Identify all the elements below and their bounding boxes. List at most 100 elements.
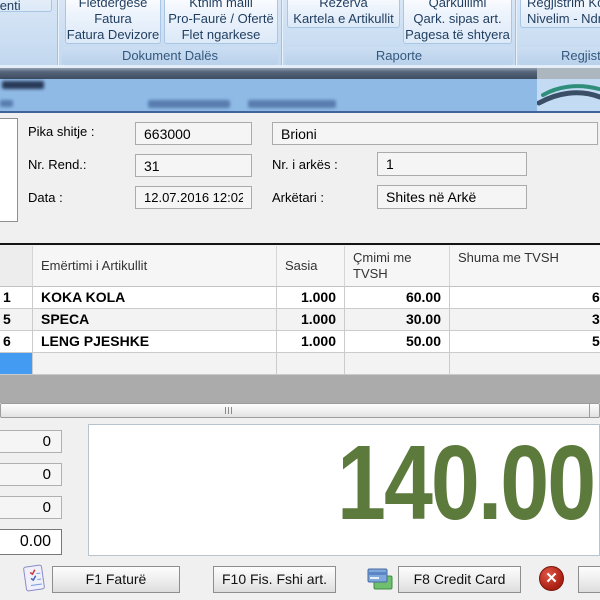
ribbon-item-fatura[interactable]: Fatura: [66, 11, 160, 27]
nr-arkes-input[interactable]: [377, 152, 527, 176]
window-caption-strip: [0, 68, 600, 79]
ribbon-item-regjistrim[interactable]: Regjistrim Ko: [521, 0, 600, 11]
ribbon-item-qark-sipas-art[interactable]: Qark. sipas art.: [404, 11, 511, 27]
blurred-label: [248, 100, 336, 108]
total-field-1[interactable]: [0, 430, 62, 453]
table-row[interactable]: 1 KOKA KOLA 1.000 60.00 60.00: [0, 287, 600, 309]
horizontal-splitter[interactable]: [0, 403, 600, 418]
ribbon-item-rezerva[interactable]: Rezerva: [288, 0, 399, 11]
cell-name[interactable]: LENG PJESHKE: [33, 331, 277, 353]
cell-name[interactable]: [33, 353, 277, 375]
cell-sum[interactable]: 50.00: [450, 331, 600, 353]
f8-credit-card-button[interactable]: F8 Credit Card: [398, 566, 521, 593]
cell-qty[interactable]: 1.000: [277, 331, 345, 353]
splitter-grip-icon: [231, 407, 232, 414]
credit-card-icon: [366, 565, 394, 598]
total-field-3[interactable]: [0, 496, 62, 519]
articles-grid: Emërtimi i Artikullit Sasia Çmimi me TVS…: [0, 246, 600, 403]
cell-sum[interactable]: 60.00: [450, 287, 600, 309]
cell-name[interactable]: SPECA: [33, 309, 277, 331]
pika-shitje-label: Pika shitje :: [28, 124, 94, 140]
ribbon-button-pagesa-nga-klienti[interactable]: ga klienti: [0, 0, 52, 12]
arketari-input[interactable]: [377, 185, 527, 209]
ribbon-stack-rezerva[interactable]: Rezerva Kartela e Artikullit: [287, 0, 400, 28]
ribbon-item-nivelim[interactable]: Nivelim - Ndr: [521, 11, 600, 27]
arketari-label: Arkëtari :: [272, 190, 324, 206]
column-header-name[interactable]: Emërtimi i Artikullit: [33, 246, 277, 287]
ribbon-button-label: ga klienti: [0, 0, 51, 14]
ribbon-stack-fatura[interactable]: Fletdërgesë Fatura Fatura Devizore: [65, 0, 161, 44]
left-panel-fragment: [0, 118, 18, 222]
pen-swoosh-icon: [537, 79, 600, 111]
total-field-2[interactable]: [0, 463, 62, 486]
f1-fature-button[interactable]: F1 Faturë: [52, 566, 180, 593]
grid-empty-area: [0, 375, 600, 403]
logo-area: [537, 79, 600, 111]
splitter-grip-icon: [225, 407, 226, 414]
ribbon-item-kartela-artikullit[interactable]: Kartela e Artikullit: [288, 11, 399, 27]
ribbon-group-raporte: Raporte: [285, 47, 513, 65]
table-row[interactable]: 5 SPECA 1.000 30.00 30.00: [0, 309, 600, 331]
caption-strip-right: [537, 68, 600, 79]
splitter-break: [589, 404, 590, 417]
blurred-label: [148, 100, 230, 108]
ribbon-group-separator: [515, 0, 517, 65]
ribbon-item-pagesa-shtyera[interactable]: Pagesa të shtyera: [404, 27, 511, 43]
selected-cell[interactable]: [0, 353, 33, 375]
total-amount: 140.00: [337, 430, 594, 536]
cell-rownum[interactable]: 1: [0, 287, 33, 309]
cell-sum[interactable]: [450, 353, 600, 375]
data-label: Data :: [28, 190, 63, 206]
totals-panel: 140.00 F1 Faturë F10 Fis. Fshi art. F8 C…: [0, 418, 600, 600]
cell-price[interactable]: [345, 353, 450, 375]
close-icon[interactable]: ✕: [539, 566, 564, 591]
ribbon-item-qarkullimi[interactable]: Qarkullimi: [404, 0, 511, 11]
table-row[interactable]: 6 LENG PJESHKE 1.000 50.00 50.00: [0, 331, 600, 353]
document-header-panel: [0, 79, 600, 113]
column-header-price[interactable]: Çmimi me TVSH: [345, 246, 450, 287]
column-header-sum[interactable]: Shuma me TVSH: [450, 246, 600, 287]
ribbon-stack-kthim[interactable]: Kthim malli Pro-Faurë / Ofertë Flet ngar…: [164, 0, 278, 44]
cell-qty[interactable]: [277, 353, 345, 375]
invoice-list-icon: [22, 564, 46, 598]
blurred-title-text: [2, 81, 44, 89]
payment-amount-field[interactable]: [0, 529, 62, 555]
blurred-label: [0, 100, 13, 107]
nr-rend-label: Nr. Rend.:: [28, 157, 87, 173]
cell-price[interactable]: 60.00: [345, 287, 450, 309]
section-divider: [0, 243, 600, 245]
ribbon-item-fatura-devizore[interactable]: Fatura Devizore: [66, 27, 160, 43]
ribbon-stack-regjistrim[interactable]: Regjistrim Ko Nivelim - Ndr: [520, 0, 600, 28]
cell-price[interactable]: 50.00: [345, 331, 450, 353]
ribbon-toolbar: ga klienti Fletdërgesë Fatura Fatura Dev…: [0, 0, 600, 68]
cell-name[interactable]: KOKA KOLA: [33, 287, 277, 309]
ribbon-group-regjistr: Regjistr: [518, 47, 600, 65]
ribbon-item-pro-faure[interactable]: Pro-Faurë / Ofertë: [165, 11, 277, 27]
pika-shitje-name-input[interactable]: [272, 122, 598, 145]
splitter-grip-icon: [228, 407, 229, 414]
column-header-rownum[interactable]: [0, 246, 33, 287]
data-input[interactable]: [135, 186, 252, 209]
ribbon-item-fletdergese[interactable]: Fletdërgesë: [66, 0, 160, 11]
nr-rend-input[interactable]: [135, 154, 252, 177]
cell-qty[interactable]: 1.000: [277, 287, 345, 309]
f10-fshi-artikull-button[interactable]: F10 Fis. Fshi art.: [213, 566, 336, 593]
total-display-box: 140.00: [88, 424, 600, 556]
ribbon-group-dokument-dales: Dokument Dalës: [62, 47, 278, 65]
cell-rownum[interactable]: 6: [0, 331, 33, 353]
cell-sum[interactable]: 30.00: [450, 309, 600, 331]
cell-price[interactable]: 30.00: [345, 309, 450, 331]
cell-qty[interactable]: 1.000: [277, 309, 345, 331]
pos-window: ga klienti Fletdërgesë Fatura Fatura Dev…: [0, 0, 600, 600]
ribbon-item-flet-ngarkese[interactable]: Flet ngarkese: [165, 27, 277, 43]
nr-arkes-label: Nr. i arkës :: [272, 157, 338, 173]
ribbon-item-kthim-malli[interactable]: Kthim malli: [165, 0, 277, 11]
partial-button-right[interactable]: [578, 566, 600, 593]
cell-rownum[interactable]: 5: [0, 309, 33, 331]
column-header-qty[interactable]: Sasia: [277, 246, 345, 287]
table-row-empty[interactable]: [0, 353, 600, 375]
ribbon-stack-qarkullimi[interactable]: Qarkullimi Qark. sipas art. Pagesa të sh…: [403, 0, 512, 44]
pika-shitje-input[interactable]: [135, 122, 252, 145]
ribbon-group-separator: [281, 0, 283, 65]
document-info-form: Pika shitje : Nr. Rend.: Nr. i arkës : D…: [0, 113, 600, 243]
